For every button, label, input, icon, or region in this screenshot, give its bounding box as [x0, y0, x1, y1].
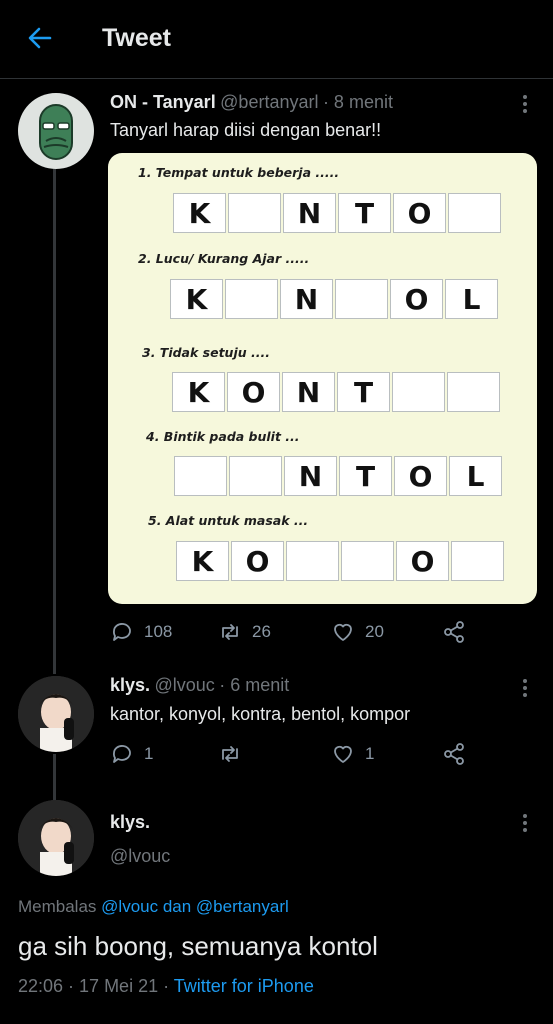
tweet-time: · 6 menit — [219, 675, 290, 695]
puzzle-cell: O — [393, 193, 446, 233]
author-handle[interactable]: @bertanyarl — [220, 92, 318, 112]
puzzle-cell: T — [337, 372, 390, 412]
share-button[interactable] — [442, 620, 466, 644]
puzzle-row: N T O L — [174, 456, 504, 496]
puzzle-cell: N — [280, 279, 333, 319]
reply-author: klys. @lvouc · 6 menit — [110, 675, 289, 696]
more-options-icon[interactable] — [517, 93, 533, 117]
avatar[interactable] — [18, 800, 94, 876]
puzzle-cell — [174, 456, 227, 496]
retweet-icon — [222, 746, 238, 762]
puzzle-question: 2. Lucu/ Kurang Ajar ..... — [138, 251, 310, 266]
puzzle-question: 1. Tempat untuk beberja ..... — [138, 165, 340, 180]
replying-to: Membalas @lvouc dan @bertanyarl — [18, 897, 289, 917]
more-options-icon[interactable] — [517, 677, 533, 701]
puzzle-cell — [392, 372, 445, 412]
page-title: Tweet — [102, 24, 171, 52]
puzzle-cell — [447, 372, 500, 412]
puzzle-cell: L — [449, 456, 502, 496]
retweet-count: 26 — [252, 622, 271, 641]
tweet-text: ga sih boong, semuanya kontol — [18, 931, 378, 961]
puzzle-cell: L — [445, 279, 498, 319]
share-icon — [444, 743, 464, 765]
puzzle-cell — [451, 541, 504, 581]
avatar[interactable] — [18, 676, 94, 752]
tweet-text: Tanyarl harap diisi dengan benar!! — [110, 120, 382, 140]
like-count: 1 — [365, 744, 375, 763]
puzzle-cell — [225, 279, 278, 319]
puzzle-cell — [228, 193, 281, 233]
puzzle-cell: O — [227, 372, 280, 412]
puzzle-cell: N — [283, 193, 336, 233]
puzzle-cell: O — [231, 541, 284, 581]
reply-icon — [112, 623, 131, 641]
heart-icon — [334, 623, 352, 641]
share-icon — [444, 621, 464, 643]
like-button[interactable]: 20 — [331, 620, 384, 644]
puzzle-cell: K — [170, 279, 223, 319]
author-handle[interactable]: @lvouc — [155, 675, 215, 695]
retweet-button[interactable]: 26 — [218, 620, 271, 644]
puzzle-cell: T — [339, 456, 392, 496]
puzzle-row: K N T O — [173, 193, 503, 233]
puzzle-cell: O — [394, 456, 447, 496]
replying-prefix: Membalas — [18, 897, 97, 916]
puzzle-cell: K — [173, 193, 226, 233]
puzzle-cell: N — [282, 372, 335, 412]
retweet-icon — [222, 624, 238, 640]
puzzle-cell: O — [396, 541, 449, 581]
puzzle-question: 3. Tidak setuju .... — [142, 345, 270, 360]
top-bar — [0, 0, 553, 79]
reply-count: 1 — [144, 744, 154, 763]
puzzle-cell — [229, 456, 282, 496]
tweet-image[interactable]: 1. Tempat untuk beberja ..... K N T O 2.… — [108, 153, 537, 604]
like-button[interactable]: 1 — [331, 742, 374, 766]
puzzle-cell: K — [176, 541, 229, 581]
reply-button[interactable]: 1 — [110, 742, 153, 766]
thread-line — [53, 168, 56, 674]
author-handle[interactable]: @lvouc — [110, 846, 170, 867]
heart-icon — [334, 745, 352, 763]
avatar[interactable] — [18, 93, 94, 169]
more-options-icon[interactable] — [517, 812, 533, 836]
tweet-author: ON - Tanyarl @bertanyarl · 8 menit — [110, 92, 393, 113]
reply-count: 108 — [144, 622, 173, 641]
share-button[interactable] — [442, 742, 466, 766]
puzzle-cell: K — [172, 372, 225, 412]
puzzle-cell: O — [390, 279, 443, 319]
tweet-time: · 8 menit — [322, 92, 393, 112]
puzzle-row: K O N T — [172, 372, 502, 412]
puzzle-question: 4. Bintik pada bulit ... — [146, 429, 300, 444]
reply-button[interactable]: 108 — [110, 620, 172, 644]
author-name[interactable]: ON - Tanyarl — [110, 92, 216, 112]
puzzle-cell — [286, 541, 339, 581]
timestamp: 22:06 · 17 Mei 21 · — [18, 976, 170, 996]
reply-icon — [112, 745, 131, 763]
thread-line — [53, 754, 56, 800]
author-name[interactable]: klys. — [110, 812, 150, 833]
puzzle-row: K O O — [176, 541, 506, 581]
puzzle-cell: T — [338, 193, 391, 233]
puzzle-cell — [448, 193, 501, 233]
puzzle-question: 5. Alat untuk masak ... — [148, 513, 309, 528]
source-link[interactable]: Twitter for iPhone — [174, 976, 314, 996]
author-name[interactable]: klys. — [110, 675, 150, 695]
back-arrow-icon[interactable] — [24, 22, 56, 54]
replying-to-link[interactable]: @lvouc dan @bertanyarl — [101, 897, 289, 916]
puzzle-cell: N — [284, 456, 337, 496]
puzzle-cell — [341, 541, 394, 581]
tweet-text: kantor, konyol, kontra, bentol, kompor — [110, 704, 411, 724]
tweet-meta: 22:06 · 17 Mei 21 · Twitter for iPhone — [18, 976, 314, 997]
retweet-button[interactable] — [218, 742, 252, 766]
puzzle-cell — [335, 279, 388, 319]
puzzle-row: K N O L — [170, 279, 500, 319]
like-count: 20 — [365, 622, 384, 641]
